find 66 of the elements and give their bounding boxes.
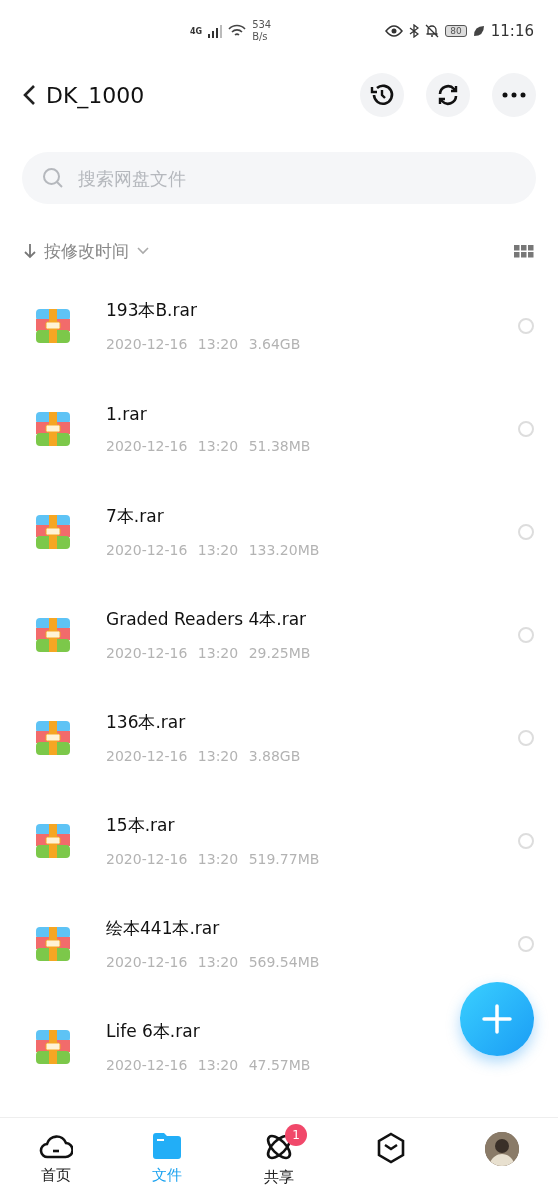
file-details: 2020-12-16 13:20 3.88GB — [106, 748, 301, 764]
grid-view-icon[interactable] — [514, 244, 534, 258]
archive-file-icon — [36, 823, 70, 858]
more-button[interactable] — [492, 73, 536, 117]
nav-tab[interactable]: 首页 — [0, 1118, 112, 1200]
file-name[interactable]: Graded Readers 4本.rar — [106, 608, 307, 631]
select-radio[interactable] — [518, 935, 534, 952]
chevron-down-icon — [137, 247, 149, 255]
eye-icon — [385, 25, 404, 37]
archive-file-icon — [36, 720, 70, 755]
archive-file-icon — [36, 308, 70, 343]
avatar — [485, 1132, 520, 1166]
select-radio[interactable] — [518, 317, 534, 334]
nav-tab[interactable]: 共享 1 — [223, 1118, 335, 1200]
file-name[interactable]: 7本.rar — [106, 505, 164, 528]
sync-button[interactable] — [426, 73, 470, 117]
down-arrow-icon — [24, 243, 36, 259]
file-details: 2020-12-16 13:20 51.38MB — [106, 437, 311, 454]
back-icon[interactable] — [22, 84, 36, 106]
folder-title: DK_1000 — [46, 82, 146, 108]
muted-bell-icon — [425, 24, 440, 38]
network-type: 4G — [190, 26, 203, 36]
file-name[interactable]: Life 6本.rar — [106, 1020, 200, 1043]
select-radio[interactable] — [518, 626, 534, 643]
file-details: 2020-12-16 13:20 29.25MB — [106, 645, 311, 661]
search-icon — [42, 167, 64, 189]
archive-file-icon — [36, 1029, 70, 1064]
bluetooth-icon — [409, 24, 420, 38]
file-name[interactable]: 1.rar — [106, 403, 147, 424]
sort-button[interactable]: 按修改时间 — [24, 239, 149, 263]
wifi-icon — [228, 24, 247, 38]
clock-time: 11:16 — [490, 22, 534, 40]
archive-file-icon — [36, 514, 70, 549]
more-icon — [502, 92, 526, 98]
select-radio[interactable] — [518, 523, 534, 540]
battery-indicator: 80 — [445, 25, 467, 37]
search-input[interactable]: 搜索网盘文件 — [76, 166, 516, 190]
add-button[interactable] — [460, 982, 534, 1056]
cloud-icon — [38, 1132, 73, 1160]
leaf-icon — [472, 25, 485, 37]
hexagon-icon — [375, 1132, 406, 1164]
speed-unit: B/s — [252, 31, 269, 43]
file-name[interactable]: 绘本441本.rar — [106, 917, 220, 940]
notification-badge: 1 — [285, 1124, 308, 1146]
select-radio[interactable] — [518, 420, 534, 437]
archive-file-icon — [36, 411, 70, 446]
history-button[interactable] — [360, 73, 404, 117]
file-details: 2020-12-16 13:20 3.64GB — [106, 336, 301, 352]
speed-value: 534 — [252, 19, 272, 31]
file-name[interactable]: 193本B.rar — [106, 299, 197, 322]
search-field[interactable]: 搜索网盘文件 — [22, 152, 536, 204]
file-details: 2020-12-16 13:20 519.77MB — [106, 851, 320, 867]
signal-icon — [208, 24, 223, 38]
orbit-icon — [264, 1132, 294, 1162]
file-details: 2020-12-16 13:20 133.20MB — [106, 542, 320, 558]
select-radio[interactable] — [518, 729, 534, 746]
history-icon — [369, 82, 395, 108]
file-details: 2020-12-16 13:20 569.54MB — [106, 954, 320, 970]
file-name[interactable]: 136本.rar — [106, 711, 186, 734]
archive-file-icon — [36, 617, 70, 652]
folder-icon — [151, 1132, 184, 1160]
archive-file-icon — [36, 926, 70, 961]
file-name[interactable]: 15本.rar — [106, 814, 175, 837]
select-radio[interactable] — [518, 832, 534, 849]
plus-icon — [482, 1004, 512, 1034]
file-details: 2020-12-16 13:20 47.57MB — [106, 1057, 311, 1073]
